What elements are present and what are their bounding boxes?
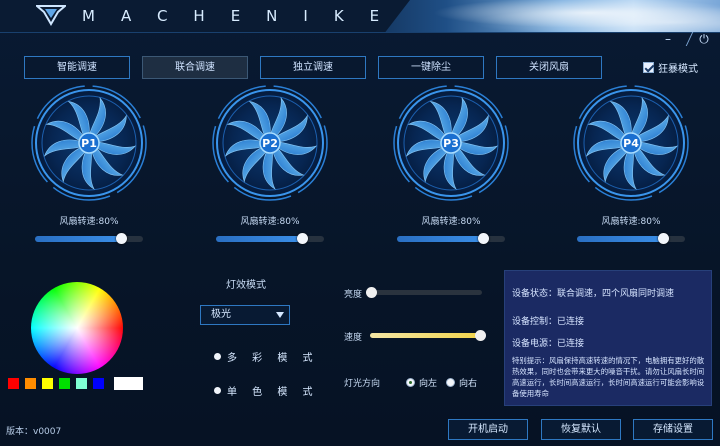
light-speed-knob[interactable] bbox=[475, 330, 486, 341]
fan-graphic: P3 bbox=[393, 85, 509, 201]
autostart-button[interactable]: 开机启动 bbox=[448, 419, 528, 440]
slider-fill bbox=[35, 236, 122, 242]
fan-id-label: P4 bbox=[623, 137, 639, 150]
mode-button-bar: 智能调速 联合调速 独立调速 一键除尘 关闭风扇 bbox=[24, 56, 602, 79]
direction-left-label: 向左 bbox=[419, 379, 438, 389]
fan-graphic: P4 bbox=[573, 85, 689, 201]
multi-color-label: 多 彩 模 式 bbox=[227, 353, 319, 364]
caret-down-icon bbox=[276, 312, 284, 318]
swatch-red[interactable] bbox=[8, 378, 19, 389]
radio-unselected-icon[interactable] bbox=[446, 378, 455, 387]
crazy-mode-toggle[interactable]: 狂暴模式 bbox=[643, 60, 698, 75]
device-power-status: 设备电源：已连接 bbox=[512, 339, 585, 349]
brightness-label: 亮度 bbox=[344, 290, 363, 300]
mode-joint-button[interactable]: 联合调速 bbox=[142, 56, 248, 79]
single-color-option[interactable]: 单 色 模 式 bbox=[214, 383, 319, 398]
device-control-status: 设备控制：已连接 bbox=[512, 317, 585, 327]
swatch-aqua[interactable] bbox=[76, 378, 87, 389]
color-wheel[interactable] bbox=[31, 282, 123, 374]
app-window: MACHENIKE – ⏻ 智能调速 联合调速 独立调速 一键除尘 关闭风扇 狂… bbox=[0, 0, 720, 446]
speed-label: 速度 bbox=[344, 333, 363, 343]
fan-graphic: P1 bbox=[31, 85, 147, 201]
fan-p1-speed-slider[interactable] bbox=[35, 233, 143, 244]
slider-knob[interactable] bbox=[658, 233, 670, 244]
fan-p2: P2 bbox=[211, 84, 329, 202]
direction-left-option[interactable]: 向左 bbox=[406, 376, 437, 389]
direction-label: 灯光方向 bbox=[344, 379, 381, 389]
brightness-knob[interactable] bbox=[366, 287, 377, 298]
swatch-white[interactable] bbox=[114, 377, 143, 390]
fan-graphic: P2 bbox=[212, 85, 328, 201]
fan-id-label: P3 bbox=[443, 137, 459, 150]
slider-knob[interactable] bbox=[297, 233, 309, 244]
direction-right-label: 向右 bbox=[459, 379, 478, 389]
special-tip: 特别提示：风扇保持高速转速的情况下，电脑拥有更好的散热效果，同时也会带来更大的噪… bbox=[512, 356, 705, 398]
save-settings-button[interactable]: 存储设置 bbox=[633, 419, 713, 440]
fan-id-label: P1 bbox=[81, 137, 97, 150]
single-color-label: 单 色 模 式 bbox=[227, 387, 319, 398]
fan-p4-speed-slider[interactable] bbox=[577, 233, 685, 244]
slider-fill bbox=[577, 236, 664, 242]
direction-right-option[interactable]: 向右 bbox=[446, 376, 477, 389]
mode-smart-button[interactable]: 智能调速 bbox=[24, 56, 130, 79]
title-bar-sky bbox=[390, 0, 720, 32]
fan-p1-speed-label: 风扇转速:80% bbox=[59, 217, 119, 227]
radio-selected-icon[interactable] bbox=[406, 378, 415, 387]
mode-independent-button[interactable]: 独立调速 bbox=[260, 56, 366, 79]
fan-id-label: P2 bbox=[262, 137, 278, 150]
swatch-green[interactable] bbox=[59, 378, 70, 389]
machenike-logo-icon bbox=[36, 5, 66, 26]
swatch-yellow[interactable] bbox=[42, 378, 53, 389]
color-swatches bbox=[8, 377, 143, 390]
version-label: 版本：v0007 bbox=[6, 427, 62, 437]
device-info-panel: 设备状态：联合调速，四个风扇同时调速 设备控制：已连接 设备电源：已连接 特别提… bbox=[504, 270, 712, 406]
mode-fan-off-button[interactable]: 关闭风扇 bbox=[496, 56, 602, 79]
restore-default-button[interactable]: 恢复默认 bbox=[541, 419, 621, 440]
slider-knob[interactable] bbox=[116, 233, 128, 244]
multi-color-option[interactable]: 多 彩 模 式 bbox=[214, 349, 319, 364]
fan-p2-speed-slider[interactable] bbox=[216, 233, 324, 244]
minimize-button[interactable]: – bbox=[660, 31, 676, 47]
fan-p4: P4 bbox=[572, 84, 690, 202]
crazy-mode-checkbox[interactable] bbox=[643, 62, 654, 73]
light-speed-slider[interactable] bbox=[370, 330, 486, 341]
light-effect-value: 极光 bbox=[211, 309, 231, 320]
light-effect-select[interactable]: 极光 bbox=[200, 305, 290, 325]
light-mode-label: 灯效模式 bbox=[226, 280, 266, 291]
fan-p4-speed-label: 风扇转速:80% bbox=[601, 217, 661, 227]
slider-knob[interactable] bbox=[478, 233, 490, 244]
swatch-blue[interactable] bbox=[93, 378, 104, 389]
control-divider bbox=[678, 32, 694, 46]
mode-dedust-button[interactable]: 一键除尘 bbox=[378, 56, 484, 79]
power-button[interactable]: ⏻ bbox=[696, 31, 712, 47]
crazy-mode-label: 狂暴模式 bbox=[658, 64, 698, 75]
brightness-slider[interactable] bbox=[366, 287, 482, 298]
fan-p3-speed-slider[interactable] bbox=[397, 233, 505, 244]
fan-p2-speed-label: 风扇转速:80% bbox=[240, 217, 300, 227]
radio-dot-icon[interactable] bbox=[214, 353, 221, 360]
fan-p3: P3 bbox=[392, 84, 510, 202]
swatch-orange[interactable] bbox=[25, 378, 36, 389]
device-status: 设备状态：联合调速，四个风扇同时调速 bbox=[512, 289, 675, 299]
fan-p3-speed-label: 风扇转速:80% bbox=[421, 217, 481, 227]
title-separator bbox=[0, 32, 720, 33]
slider-fill bbox=[397, 236, 484, 242]
fan-p1: P1 bbox=[30, 84, 148, 202]
window-controls: – ⏻ bbox=[660, 30, 712, 48]
title-bar: MACHENIKE bbox=[0, 0, 720, 32]
brand-title: MACHENIKE bbox=[82, 7, 406, 25]
slider-fill bbox=[216, 236, 303, 242]
radio-dot-icon[interactable] bbox=[214, 387, 221, 394]
